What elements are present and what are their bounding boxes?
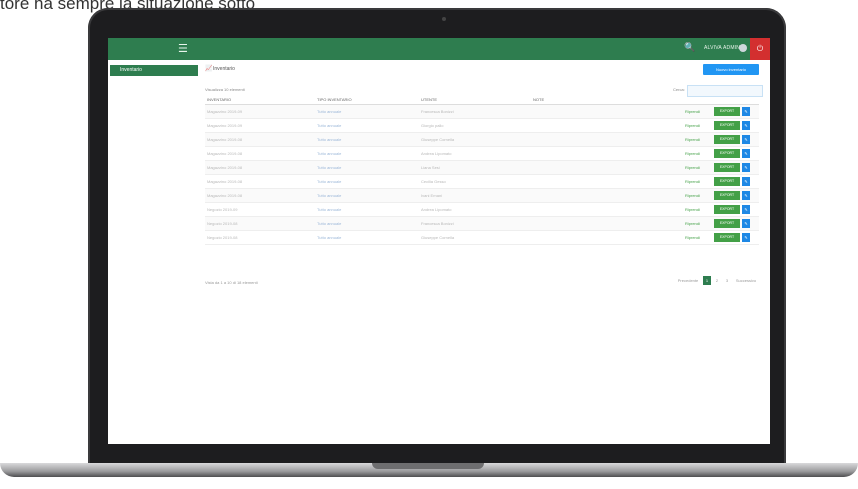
column-header-utente[interactable]: UTENTE <box>421 97 437 102</box>
chart-icon: 📈 <box>205 66 213 72</box>
edit-icon[interactable]: ✎ <box>742 135 750 144</box>
table-row: Magazzino 2019-08 Tutto annuale Giuseppe C… <box>205 133 759 147</box>
page-size-select[interactable]: Visualizza 10 elementi <box>205 87 245 92</box>
cell-utente: Francesca Bonizzi <box>421 109 454 114</box>
main-content: 📈 Inventario Nuovo inventario Visualizza… <box>201 60 770 444</box>
resume-link[interactable]: Riprendi <box>685 151 700 156</box>
top-bar: ☰ 🔍 ALVIVA ADMINO ⏻ <box>108 38 770 60</box>
export-button[interactable]: EXPORT <box>714 205 740 214</box>
inventory-table: INVENTARIO TIPO INVENTARIO UTENTE NOTE M… <box>205 96 759 245</box>
power-icon[interactable]: ⏻ <box>750 38 770 60</box>
export-button[interactable]: EXPORT <box>714 121 740 130</box>
table-row: Magazzino 2019-08 Tutto annuale Ivani Erna… <box>205 189 759 203</box>
sidebar-item-inventario[interactable]: Inventario <box>110 65 198 76</box>
resume-link[interactable]: Riprendi <box>685 179 700 184</box>
export-button[interactable]: EXPORT <box>714 233 740 242</box>
edit-icon[interactable]: ✎ <box>742 163 750 172</box>
pagination-page-3[interactable]: 3 <box>723 276 731 285</box>
table-row: Magazzino 2019-08 Tutto annuale Andrea Lip… <box>205 147 759 161</box>
export-button[interactable]: EXPORT <box>714 135 740 144</box>
pagination-next[interactable]: Successivo <box>733 276 759 285</box>
cell-inventario: Magazzino 2019-08 <box>207 193 243 198</box>
table-row: Negozio 2019-08 Tutto annuale Francesca Bo… <box>205 217 759 231</box>
hamburger-menu-icon[interactable]: ☰ <box>178 43 188 55</box>
edit-icon[interactable]: ✎ <box>742 219 750 228</box>
resume-link[interactable]: Riprendi <box>685 137 700 142</box>
cell-tipo: Tutto annuale <box>317 123 342 128</box>
cell-inventario: Magazzino 2019-08 <box>207 151 243 156</box>
avatar[interactable] <box>739 44 747 52</box>
edit-icon[interactable]: ✎ <box>742 233 750 242</box>
cell-utente: Ivani Ernani <box>421 193 443 198</box>
edit-icon[interactable]: ✎ <box>742 149 750 158</box>
cell-tipo: Tutto annuale <box>317 221 342 226</box>
cell-utente: Liana Sesi <box>421 165 440 170</box>
table-row: Negozio 2019-08 Tutto annuale Giuseppe Cor… <box>205 231 759 245</box>
table-row: Magazzino 2019-09 Tutto annuale Francesca … <box>205 105 759 119</box>
column-header-note[interactable]: NOTE <box>533 97 544 102</box>
cell-utente: Francesca Bonizzi <box>421 221 454 226</box>
search-icon[interactable]: 🔍 <box>684 42 695 53</box>
cell-utente: Giorgio pallo <box>421 123 444 128</box>
table-row: Negozio 2019-09 Tutto annuale Andrea Lipom… <box>205 203 759 217</box>
resume-link[interactable]: Riprendi <box>685 207 700 212</box>
edit-icon[interactable]: ✎ <box>742 205 750 214</box>
search-label: Cerca: <box>673 87 685 92</box>
column-header-inventario[interactable]: INVENTARIO <box>207 97 231 102</box>
resume-link[interactable]: Riprendi <box>685 109 700 114</box>
cell-utente: Giuseppe Cornella <box>421 235 455 240</box>
cell-utente: Andrea Lipomato <box>421 151 452 156</box>
cell-inventario: Negozio 2019-09 <box>207 207 238 212</box>
table-row: Magazzino 2019-08 Tutto annuale Cecilia Ge… <box>205 175 759 189</box>
export-button[interactable]: EXPORT <box>714 177 740 186</box>
resume-link[interactable]: Riprendi <box>685 165 700 170</box>
resume-link[interactable]: Riprendi <box>685 193 700 198</box>
resume-link[interactable]: Riprendi <box>685 123 700 128</box>
edit-icon[interactable]: ✎ <box>742 191 750 200</box>
edit-icon[interactable]: ✎ <box>742 107 750 116</box>
cell-inventario: Magazzino 2019-08 <box>207 137 243 142</box>
page-title: Inventario <box>213 66 235 72</box>
pagination-page-1[interactable]: 1 <box>703 276 711 285</box>
table-info: Vista da 1 a 10 di 18 elementi <box>205 280 258 285</box>
sidebar: Inventario <box>108 60 202 444</box>
edit-icon[interactable]: ✎ <box>742 121 750 130</box>
table-header: INVENTARIO TIPO INVENTARIO UTENTE NOTE <box>205 96 759 105</box>
laptop-notch <box>372 463 484 469</box>
cell-tipo: Tutto annuale <box>317 207 342 212</box>
cell-inventario: Magazzino 2019-08 <box>207 179 243 184</box>
cell-utente: Andrea Lipomato <box>421 207 452 212</box>
table-row: Magazzino 2019-08 Tutto annuale Liana Sesi… <box>205 161 759 175</box>
cell-utente: Cecilia Gesso <box>421 179 446 184</box>
pagination-prev[interactable]: Precedente <box>675 276 701 285</box>
cell-tipo: Tutto annuale <box>317 179 342 184</box>
column-header-tipo[interactable]: TIPO INVENTARIO <box>317 97 352 102</box>
export-button[interactable]: EXPORT <box>714 107 740 116</box>
export-button[interactable]: EXPORT <box>714 219 740 228</box>
export-button[interactable]: EXPORT <box>714 191 740 200</box>
resume-link[interactable]: Riprendi <box>685 221 700 226</box>
cell-tipo: Tutto annuale <box>317 235 342 240</box>
cell-tipo: Tutto annuale <box>317 151 342 156</box>
cell-tipo: Tutto annuale <box>317 165 342 170</box>
cell-utente: Giuseppe Cornella <box>421 137 455 142</box>
table-row: Magazzino 2019-09 Tutto annuale Giorgio pa… <box>205 119 759 133</box>
cell-tipo: Tutto annuale <box>317 109 342 114</box>
camera-icon <box>442 17 446 21</box>
cell-inventario: Negozio 2019-08 <box>207 221 238 226</box>
laptop-screen: ☰ 🔍 ALVIVA ADMINO ⏻ Inventario 📈 Inventa… <box>108 38 770 444</box>
cell-inventario: Magazzino 2019-08 <box>207 165 243 170</box>
export-button[interactable]: EXPORT <box>714 163 740 172</box>
export-button[interactable]: EXPORT <box>714 149 740 158</box>
cell-tipo: Tutto annuale <box>317 137 342 142</box>
cell-inventario: Magazzino 2019-09 <box>207 109 243 114</box>
edit-icon[interactable]: ✎ <box>742 177 750 186</box>
cell-inventario: Magazzino 2019-09 <box>207 123 243 128</box>
pagination-page-2[interactable]: 2 <box>713 276 721 285</box>
add-inventory-button[interactable]: Nuovo inventario <box>703 64 759 75</box>
cell-inventario: Negozio 2019-08 <box>207 235 238 240</box>
cell-tipo: Tutto annuale <box>317 193 342 198</box>
resume-link[interactable]: Riprendi <box>685 235 700 240</box>
